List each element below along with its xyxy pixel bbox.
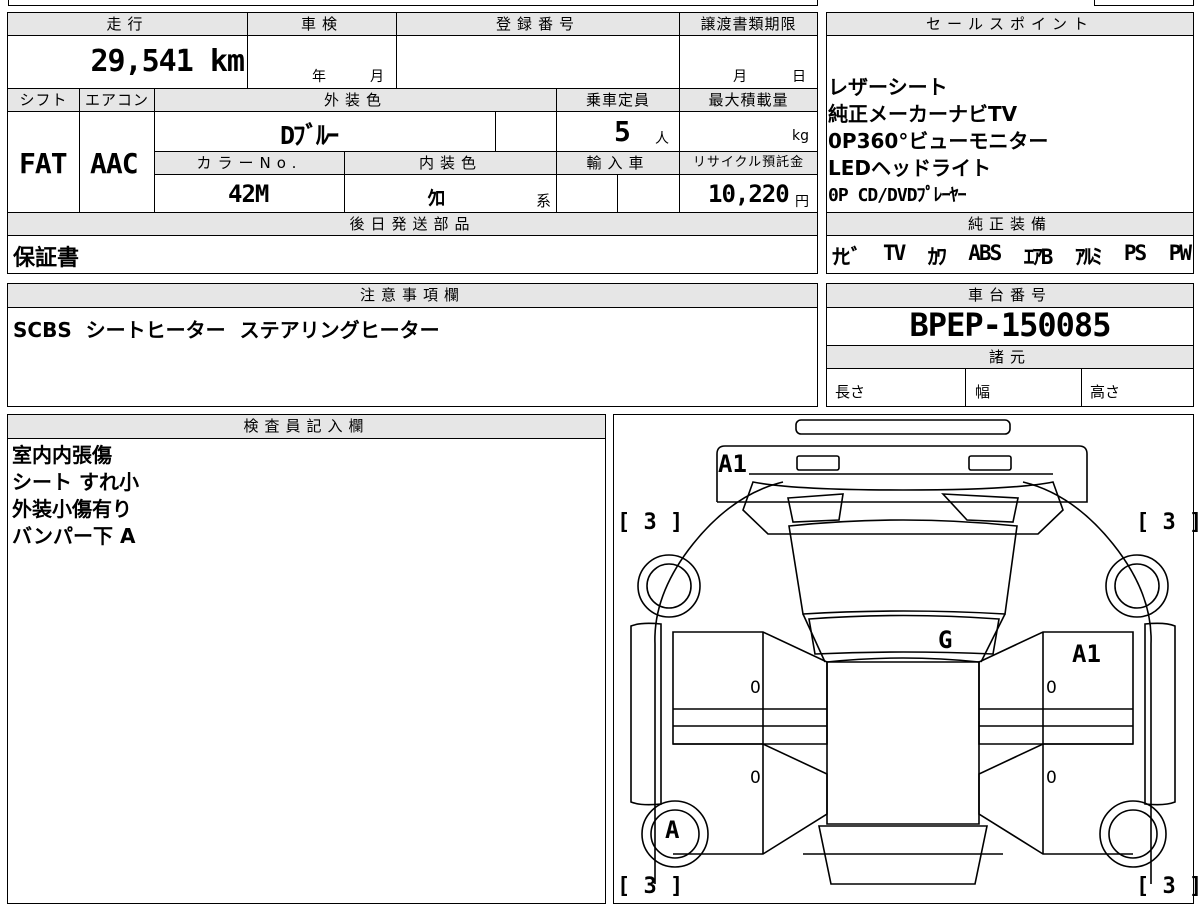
capacity-value: 5 — [614, 115, 631, 148]
capacity-header: 乗車定員 — [556, 88, 680, 112]
interior-cell — [344, 174, 557, 213]
sales-line: レザーシート — [828, 75, 948, 99]
car-diagram — [630, 419, 1176, 885]
sales-line: 純正メーカーナビTV — [828, 102, 1018, 126]
import-header: 輸入車 — [556, 151, 680, 175]
top-strip-right — [1094, 0, 1194, 6]
equipment-item: PW — [1168, 241, 1192, 265]
equipment-item: ﾅﾋﾞ — [832, 245, 861, 269]
capacity-unit: 人 — [655, 131, 669, 147]
spec-header: 諸元 — [826, 345, 1194, 369]
import-cell-1 — [556, 174, 618, 213]
inspector-line: 外装小傷有り — [12, 497, 132, 521]
later-header: 後日発送部品 — [7, 212, 818, 236]
equipment-item: ABS — [968, 241, 1002, 265]
exterior-value: Dﾌﾞﾙｰ — [280, 121, 339, 150]
equipment-list: ﾅﾋﾞ TV ｶﾜ ABS ｴｱB ｱﾙﾐ PS PW — [832, 241, 1192, 271]
recycle-unit: 円 — [795, 194, 809, 210]
registration-header: 登録番号 — [396, 12, 680, 36]
spec-height-label: 高さ — [1090, 383, 1121, 401]
sales-line: 0P360°ビューモニター — [828, 129, 1049, 153]
door-mark-zero: 0 — [750, 678, 761, 698]
notes-header: 注意事項欄 — [7, 283, 818, 308]
inspector-lines: 室内内張傷 シート すれ小 外装小傷有り バンパー下 A — [12, 442, 139, 550]
shift-header: シフト — [7, 88, 80, 112]
recycle-value: 10,220 — [708, 180, 790, 208]
sales-line: LEDヘッドライト — [828, 156, 992, 180]
damage-mark-windshield: G — [938, 626, 953, 654]
chassis-header: 車台番号 — [826, 283, 1194, 308]
shift-value: FAT — [19, 147, 68, 180]
import-cell-2 — [617, 174, 680, 213]
equipment-item: PS — [1123, 241, 1147, 265]
maxload-unit: kg — [792, 128, 809, 144]
recycle-header: リサイクル預託金 — [679, 151, 818, 175]
registration-cell — [396, 35, 680, 89]
later-value: 保証書 — [13, 246, 80, 271]
tire-tread-rear-right: [ 3 ] — [1136, 874, 1200, 899]
door-mark-zero: 0 — [1046, 678, 1057, 698]
interior-header: 内装色 — [344, 151, 557, 175]
mileage-value: 29,541 km — [90, 44, 245, 79]
damage-mark-left-wheel: A — [665, 816, 680, 844]
inspector-line: 室内内張傷 — [12, 443, 112, 467]
spec-width-label: 幅 — [975, 383, 991, 401]
color-no-value: 42M — [228, 180, 269, 208]
equipment-item: ｱﾙﾐ — [1074, 245, 1102, 269]
door-mark-zero: 0 — [750, 768, 761, 788]
inspector-header: 検査員記入欄 — [7, 414, 606, 439]
exterior-extra-cell — [495, 111, 557, 152]
door-mark-zero: 0 — [1046, 768, 1057, 788]
damage-mark-right-door: A1 — [1072, 640, 1101, 668]
inspector-line: バンパー下 A — [12, 524, 136, 548]
transfer-month: 月 — [733, 69, 747, 85]
tire-tread-front-right: [ 3 ] — [1136, 510, 1200, 535]
chassis-value: BPEP-150085 — [909, 306, 1112, 344]
inspection-month: 月 — [370, 69, 384, 85]
tire-tread-front-left: [ 3 ] — [617, 510, 684, 535]
sales-lines: レザーシート 純正メーカーナビTV 0P360°ビューモニター LEDヘッドライ… — [828, 74, 1048, 209]
inspection-header: 車検 — [247, 12, 397, 36]
transfer-day: 日 — [792, 69, 806, 85]
aircon-header: エアコン — [79, 88, 155, 112]
sales-header: セールスポイント — [826, 12, 1194, 36]
color-no-header: カラーNo. — [154, 151, 345, 175]
equipment-item: ｶﾜ — [927, 245, 947, 269]
sales-line: 0P CD/DVDﾌﾟﾚｰﾔｰ — [828, 185, 967, 206]
aircon-value: AAC — [90, 147, 139, 180]
spec-length-label: 長さ — [835, 383, 866, 401]
top-strip — [8, 0, 818, 6]
mileage-header: 走行 — [7, 12, 248, 36]
interior-unit: 系 — [536, 192, 552, 210]
inspection-year: 年 — [312, 69, 326, 85]
interior-value: ｸﾛ — [427, 186, 445, 210]
maxload-header: 最大積載量 — [679, 88, 818, 112]
notes-value: SCBS シートヒーター ステアリングヒーター — [13, 318, 440, 342]
exterior-header: 外装色 — [154, 88, 557, 112]
equipment-header: 純正装備 — [826, 212, 1194, 236]
damage-mark-front: A1 — [718, 450, 747, 478]
equipment-item: TV — [883, 241, 906, 265]
inspector-line: シート すれ小 — [12, 470, 139, 494]
transfer-header: 譲渡書類期限 — [679, 12, 818, 36]
equipment-item: ｴｱB — [1023, 245, 1054, 269]
tire-tread-rear-left: [ 3 ] — [617, 874, 684, 899]
